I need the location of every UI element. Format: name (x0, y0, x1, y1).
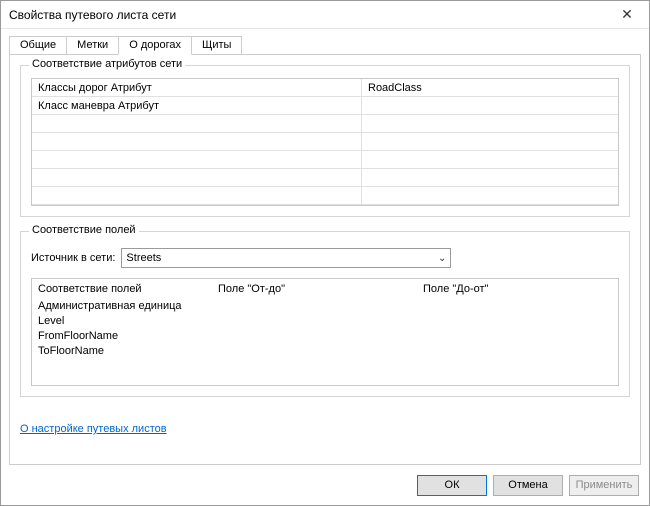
grid-body: Административная единица Level FromFloor… (32, 299, 618, 359)
cancel-button[interactable]: Отмена (493, 475, 563, 496)
tab-labels[interactable]: Метки (66, 36, 119, 55)
attr-label: Класс маневра Атрибут (32, 97, 362, 115)
group-network-attrs: Соответствие атрибутов сети Классы дорог… (20, 65, 630, 217)
source-row: Источник в сети: Streets ⌄ (31, 248, 619, 268)
help-link[interactable]: О настройке путевых листов (20, 423, 630, 435)
list-item[interactable]: Level (38, 314, 612, 329)
source-select[interactable]: Streets ⌄ (121, 248, 451, 268)
group-network-attrs-title: Соответствие атрибутов сети (29, 58, 185, 70)
table-row[interactable]: Класс маневра Атрибут (32, 97, 618, 115)
grid-header: Соответствие полей Поле "От-до" Поле "До… (32, 283, 618, 299)
network-attrs-grid[interactable]: Классы дорог Атрибут RoadClass Класс ман… (31, 78, 619, 206)
ok-button[interactable]: ОК (417, 475, 487, 496)
tab-shields[interactable]: Щиты (191, 36, 242, 55)
list-item[interactable]: FromFloorName (38, 329, 612, 344)
dialog-buttons: ОК Отмена Применить (1, 465, 649, 505)
tabs-container: Общие Метки О дорогах Щиты (1, 29, 649, 54)
titlebar: Свойства путевого листа сети ✕ (1, 1, 649, 29)
chevron-down-icon: ⌄ (438, 253, 446, 264)
group-field-mapping-title: Соответствие полей (29, 224, 139, 236)
col-header-from-to: Поле "От-до" (218, 283, 423, 295)
tabs: Общие Метки О дорогах Щиты (9, 36, 641, 55)
apply-button[interactable]: Применить (569, 475, 639, 496)
close-icon: ✕ (621, 6, 633, 23)
attr-value (362, 97, 618, 115)
attr-value: RoadClass (362, 79, 618, 97)
col-header-mapping: Соответствие полей (38, 283, 218, 295)
list-item[interactable]: Административная единица (38, 299, 612, 314)
dialog-window: Свойства путевого листа сети ✕ Общие Мет… (0, 0, 650, 506)
window-title: Свойства путевого листа сети (9, 8, 607, 22)
tab-general[interactable]: Общие (9, 36, 67, 55)
source-select-value: Streets (126, 252, 161, 264)
field-mapping-grid[interactable]: Соответствие полей Поле "От-до" Поле "До… (31, 278, 619, 386)
close-button[interactable]: ✕ (607, 2, 647, 28)
attr-label: Классы дорог Атрибут (32, 79, 362, 97)
col-header-to-from: Поле "До-от" (423, 283, 612, 295)
list-item[interactable]: ToFloorName (38, 344, 612, 359)
table-row[interactable]: Классы дорог Атрибут RoadClass (32, 79, 618, 97)
group-field-mapping: Соответствие полей Источник в сети: Stre… (20, 231, 630, 397)
source-label: Источник в сети: (31, 252, 115, 264)
tab-roads[interactable]: О дорогах (118, 36, 192, 55)
tab-page: Соответствие атрибутов сети Классы дорог… (9, 54, 641, 465)
